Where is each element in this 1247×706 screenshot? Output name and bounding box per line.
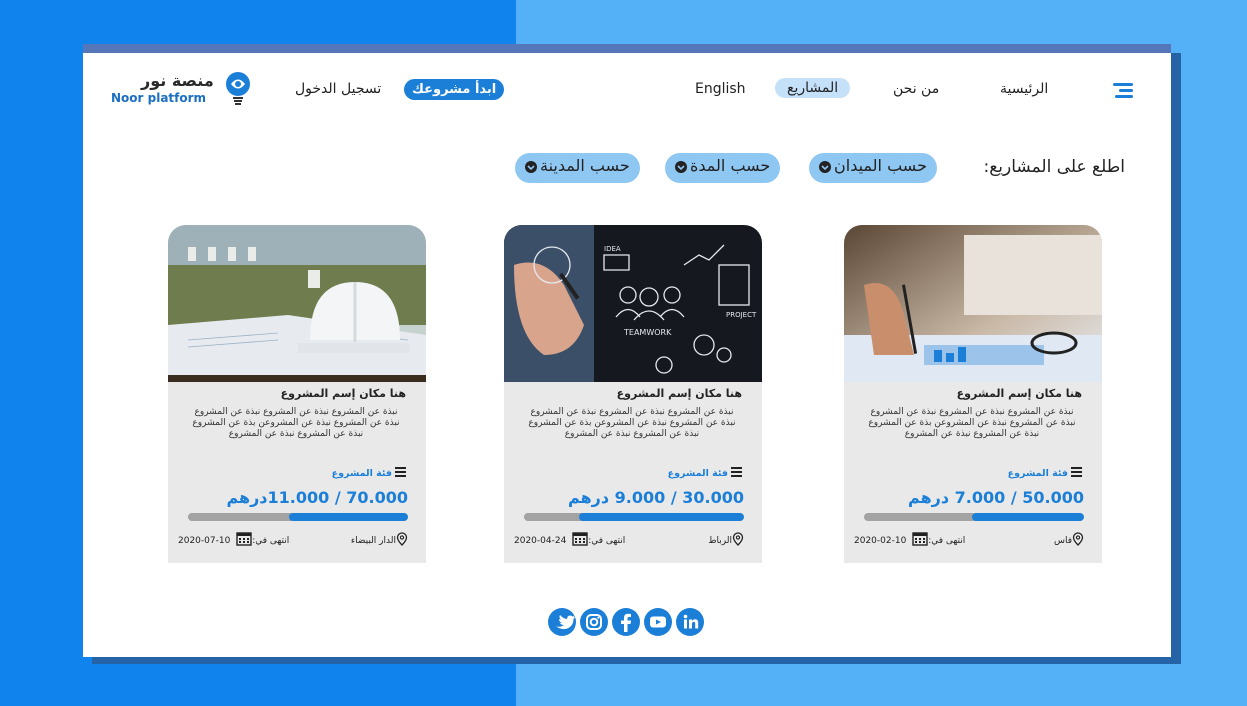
chevron-down-icon <box>525 160 537 173</box>
project-end-label: انتهى في: <box>928 536 966 546</box>
chevron-down-icon <box>675 160 687 173</box>
svg-text:IDEA: IDEA <box>604 245 621 253</box>
filter-by-city-label: حسب المدينة <box>540 156 630 175</box>
start-project-button[interactable]: ابدأ مشروعك <box>404 79 505 100</box>
location-pin-icon <box>396 532 408 546</box>
project-card[interactable]: TEAMWORK PROJECT IDEA هنا مكان إسم المشر… <box>504 225 762 563</box>
project-location: الدار البيضاء <box>351 532 408 546</box>
project-image-analytics <box>844 225 1102 382</box>
language-switch-link[interactable]: English <box>695 81 746 97</box>
project-end-value: 2020-02-10 <box>854 536 907 546</box>
project-progress-fill <box>289 513 408 521</box>
project-location: الرباط <box>708 532 744 546</box>
calendar-icon <box>572 532 588 546</box>
project-body: هنا مكان إسم المشروع نبذة عن المشروع نبذ… <box>168 382 426 563</box>
project-end-label: انتهى في: <box>588 536 626 546</box>
filters-label: اطلع على المشاريع: <box>983 157 1125 177</box>
project-end-date: انتهى في: 2020-04-24 <box>514 532 625 546</box>
logo-english-text: Noor platform <box>111 91 207 105</box>
filters-bar: اطلع على المشاريع: حسب الميدان حسب المدة… <box>515 153 1125 185</box>
menu-icon[interactable] <box>1113 83 1133 99</box>
project-end-value: 2020-04-24 <box>514 536 567 546</box>
svg-text:TEAMWORK: TEAMWORK <box>623 328 672 337</box>
list-icon <box>731 467 742 477</box>
project-category-label: فئة المشروع <box>331 468 392 479</box>
linkedin-icon[interactable] <box>676 608 704 636</box>
main-window: الرئيسية من نحن المشاريع English ابدأ مش… <box>83 53 1171 657</box>
logo-arabic-text: منصة نور <box>141 71 214 90</box>
project-card[interactable]: هنا مكان إسم المشروع نبذة عن المشروع نبذ… <box>168 225 426 563</box>
project-city: الرباط <box>708 536 732 546</box>
filter-by-city-dropdown[interactable]: حسب المدينة <box>515 153 640 183</box>
list-icon <box>395 467 406 477</box>
project-title[interactable]: هنا مكان إسم المشروع <box>617 387 742 400</box>
project-category[interactable]: فئة المشروع <box>668 467 742 479</box>
project-description: نبذة عن المشروع نبذة عن المشروع نبذة عن … <box>868 407 1076 439</box>
list-icon <box>1071 467 1082 477</box>
project-end-label: انتهى في: <box>252 536 290 546</box>
project-progress-bar <box>864 513 1084 521</box>
project-end-value: 2020-07-10 <box>178 536 231 546</box>
twitter-icon[interactable] <box>548 608 576 636</box>
project-image-teamwork: TEAMWORK PROJECT IDEA <box>504 225 762 382</box>
project-amount: 30.000 / 9.000 درهم <box>568 488 744 507</box>
project-description: نبذة عن المشروع نبذة عن المشروع نبذة عن … <box>192 407 400 439</box>
youtube-icon[interactable] <box>644 608 672 636</box>
project-title[interactable]: هنا مكان إسم المشروع <box>957 387 1082 400</box>
nav-about-link[interactable]: من نحن <box>893 81 939 97</box>
nav-projects-link[interactable]: المشاريع <box>775 78 851 98</box>
filter-by-duration-label: حسب المدة <box>690 156 771 175</box>
instagram-icon[interactable] <box>580 608 608 636</box>
project-amount: 70.000 / 11.000درهم <box>226 488 408 507</box>
project-title[interactable]: هنا مكان إسم المشروع <box>281 387 406 400</box>
facebook-icon[interactable] <box>612 608 640 636</box>
project-card[interactable]: هنا مكان إسم المشروع نبذة عن المشروع نبذ… <box>844 225 1102 563</box>
project-progress-fill <box>972 513 1084 521</box>
calendar-icon <box>236 532 252 546</box>
project-category[interactable]: فئة المشروع <box>1008 467 1082 479</box>
project-progress-fill <box>579 513 744 521</box>
filter-by-duration-dropdown[interactable]: حسب المدة <box>665 153 781 183</box>
chevron-down-icon <box>819 160 831 173</box>
project-amount: 50.000 / 7.000 درهم <box>908 488 1084 507</box>
project-category-label: فئة المشروع <box>667 468 728 479</box>
project-end-date: انتهى في: 2020-02-10 <box>854 532 965 546</box>
location-pin-icon <box>1072 532 1084 546</box>
project-body: هنا مكان إسم المشروع نبذة عن المشروع نبذ… <box>844 382 1102 563</box>
project-body: هنا مكان إسم المشروع نبذة عن المشروع نبذ… <box>504 382 762 563</box>
project-category[interactable]: فئة المشروع <box>332 467 406 479</box>
nav-home-link[interactable]: الرئيسية <box>1000 81 1048 97</box>
project-description: نبذة عن المشروع نبذة عن المشروع نبذة عن … <box>528 407 736 439</box>
project-image-construction <box>168 225 426 382</box>
logo[interactable]: منصة نور Noor platform <box>111 71 261 111</box>
bulb-logo-icon <box>226 72 250 105</box>
project-city: الدار البيضاء <box>350 536 396 546</box>
social-links <box>548 608 708 638</box>
project-end-date: انتهى في: 2020-07-10 <box>178 532 289 546</box>
project-progress-bar <box>188 513 408 521</box>
login-link[interactable]: تسجيل الدخول <box>295 81 381 97</box>
project-city: فاس <box>1053 536 1072 546</box>
filter-by-field-dropdown[interactable]: حسب الميدان <box>809 153 937 183</box>
project-category-label: فئة المشروع <box>1007 468 1068 479</box>
location-pin-icon <box>732 532 744 546</box>
navbar: الرئيسية من نحن المشاريع English ابدأ مش… <box>83 53 1171 133</box>
calendar-icon <box>912 532 928 546</box>
svg-text:PROJECT: PROJECT <box>726 311 757 319</box>
project-progress-bar <box>524 513 744 521</box>
filter-by-field-label: حسب الميدان <box>834 156 927 175</box>
project-location: فاس <box>1054 532 1084 546</box>
